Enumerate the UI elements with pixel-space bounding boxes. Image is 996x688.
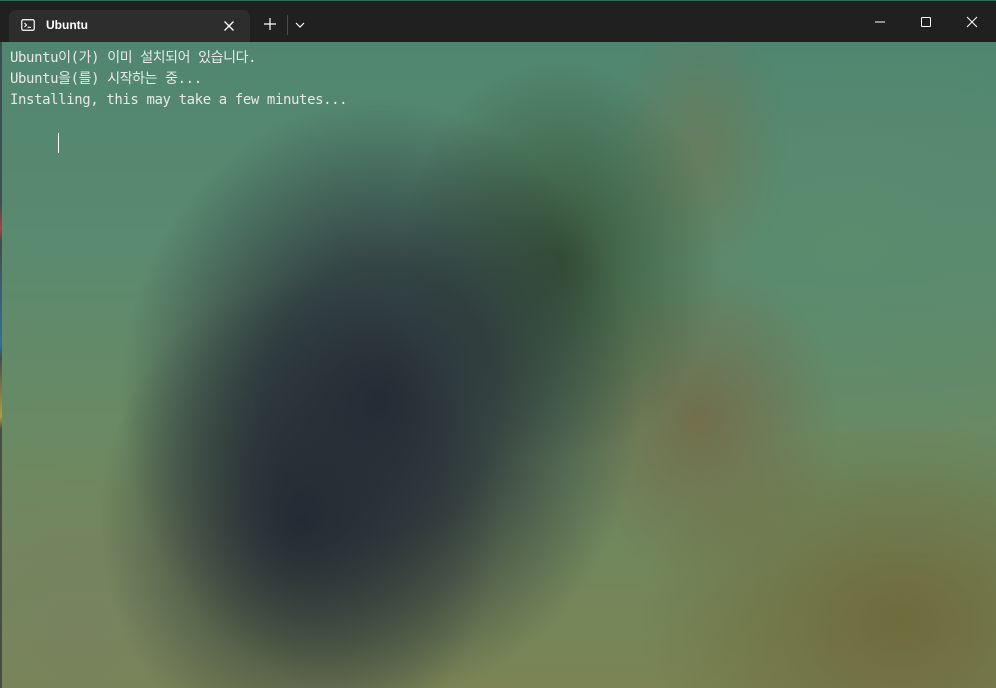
text-cursor	[58, 133, 60, 153]
chevron-down-icon[interactable]	[294, 19, 306, 31]
terminal-line: Ubuntu을(를) 시작하는 중...	[10, 71, 202, 87]
close-icon	[966, 16, 978, 28]
terminal-output[interactable]: Ubuntu이(가) 이미 설치되어 있습니다. Ubuntu을(를) 시작하는…	[10, 48, 980, 153]
plus-icon[interactable]	[262, 16, 278, 32]
close-window-button[interactable]	[949, 7, 995, 37]
maximize-button[interactable]	[903, 7, 949, 37]
maximize-icon	[921, 17, 931, 27]
terminal-icon	[21, 19, 35, 31]
minimize-icon	[875, 21, 885, 23]
terminal-line: Ubuntu이(가) 이미 설치되어 있습니다.	[10, 50, 257, 66]
terminal-line: Installing, this may take a few minutes.…	[10, 92, 348, 108]
tab-ubuntu[interactable]: Ubuntu	[9, 10, 250, 42]
window-edge	[0, 41, 2, 688]
minimize-button[interactable]	[857, 7, 903, 37]
terminal-window: Ubuntu Ubuntu이(가) 이미 설치되어 있습니다. Ubuntu을(…	[0, 0, 996, 688]
title-bar[interactable]: Ubuntu	[0, 0, 996, 42]
titlebar-divider	[287, 15, 288, 35]
tab-title: Ubuntu	[46, 18, 88, 32]
terminal-prompt-line	[10, 111, 980, 153]
close-icon[interactable]	[221, 18, 237, 34]
